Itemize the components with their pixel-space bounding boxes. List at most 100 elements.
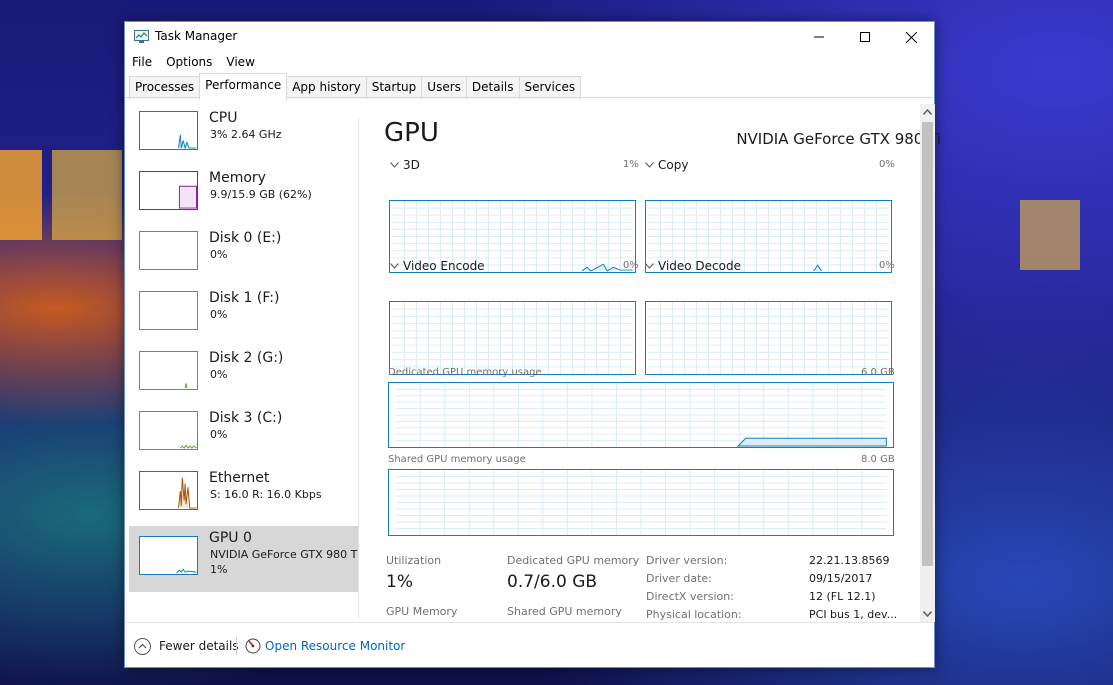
physical-location-value: PCI bus 1, dev... <box>809 608 898 621</box>
minimize-icon <box>814 36 824 38</box>
tab-users[interactable]: Users <box>421 76 467 99</box>
sidebar-item-disk2[interactable]: Disk 2 (G:) 0% <box>129 346 358 406</box>
maximize-button[interactable] <box>842 22 888 52</box>
sidebar-item-ethernet[interactable]: Ethernet S: 16.0 R: 16.0 Kbps <box>129 466 358 526</box>
shared-memory-graph <box>388 469 894 536</box>
tab-services[interactable]: Services <box>518 76 582 99</box>
title-bar: Task Manager <box>125 22 934 52</box>
sidebar-item-disk3[interactable]: Disk 3 (C:) 0% <box>129 406 358 466</box>
chevron-down-icon[interactable] <box>645 162 654 168</box>
tab-details[interactable]: Details <box>465 76 520 99</box>
disk-thumbnail-graph <box>139 351 198 390</box>
utilization-label: Utilization <box>386 554 442 567</box>
chevron-up-icon <box>138 643 147 649</box>
close-button[interactable] <box>888 22 934 52</box>
open-resource-monitor-link[interactable]: Open Resource Monitor <box>265 639 405 653</box>
dedicated-memory-label: Dedicated GPU memory usage <box>388 367 542 378</box>
sidebar-item-value: 0% <box>210 248 228 261</box>
engine-3d-label[interactable]: 3D <box>403 158 420 172</box>
tab-app-history[interactable]: App history <box>286 76 367 99</box>
tab-startup[interactable]: Startup <box>365 76 423 99</box>
sidebar-item-label: Disk 0 (E:) <box>209 230 282 246</box>
task-manager-icon <box>134 30 149 43</box>
chevron-down-icon[interactable] <box>645 263 654 269</box>
engine-video-decode-graph <box>645 301 892 375</box>
engine-video-encode-percent: 0% <box>623 260 639 271</box>
background-light-2 <box>52 150 122 240</box>
sidebar-item-disk1[interactable]: Disk 1 (F:) 0% <box>129 286 358 346</box>
directx-version-label: DirectX version: <box>646 590 734 603</box>
scrollbar-thumb[interactable] <box>922 122 933 566</box>
sidebar-item-value: 0% <box>210 428 228 441</box>
dedicated-stat-label: Dedicated GPU memory <box>507 554 640 567</box>
utilization-value: 1% <box>386 572 413 592</box>
chevron-up-icon[interactable] <box>923 109 932 115</box>
engine-3d-percent: 1% <box>623 159 639 170</box>
engine-copy-label[interactable]: Copy <box>658 158 688 172</box>
minimize-button[interactable] <box>796 22 842 52</box>
graph-grid <box>395 383 887 447</box>
graph-grid <box>395 470 887 535</box>
sidebar-item-label: Disk 1 (F:) <box>209 290 280 306</box>
engine-video-decode-percent: 0% <box>879 260 895 271</box>
maximize-icon <box>860 32 870 42</box>
engine-video-decode-label[interactable]: Video Decode <box>658 259 741 273</box>
sidebar-item-label: GPU 0 <box>209 530 252 546</box>
chevron-down-icon[interactable] <box>390 162 399 168</box>
engine-video-encode-graph <box>389 301 636 375</box>
menu-options[interactable]: Options <box>159 53 219 73</box>
footer-separator <box>236 637 237 655</box>
sidebar-item-percent: 1% <box>210 563 228 576</box>
physical-location-label: Physical location: <box>646 608 742 621</box>
sidebar-item-memory[interactable]: Memory 9.9/15.9 GB (62%) <box>129 166 358 226</box>
sidebar-item-value: S: 16.0 R: 16.0 Kbps <box>210 488 322 501</box>
sidebar-item-label: Memory <box>209 170 266 186</box>
chevron-down-icon[interactable] <box>923 611 932 617</box>
fewer-details-button[interactable] <box>134 638 151 655</box>
shared-memory-label: Shared GPU memory usage <box>388 454 526 465</box>
sidebar-item-value: 0% <box>210 308 228 321</box>
menu-view[interactable]: View <box>219 53 261 73</box>
disk-thumbnail-graph <box>139 291 198 330</box>
ethernet-thumbnail-graph <box>139 471 198 510</box>
driver-date-value: 09/15/2017 <box>809 572 873 585</box>
gpu-memory-label: GPU Memory <box>386 605 458 618</box>
sidebar-item-label: CPU <box>209 110 238 126</box>
sidebar-item-cpu[interactable]: CPU 3% 2.64 GHz <box>129 106 358 166</box>
panel-divider <box>358 118 359 618</box>
menu-bar: File Options View <box>125 53 262 73</box>
sidebar-item-value: 3% 2.64 GHz <box>210 128 282 141</box>
background-light-1 <box>0 150 42 240</box>
driver-version-label: Driver version: <box>646 554 728 567</box>
task-manager-window: Task Manager File Options View Processes… <box>124 21 941 669</box>
dedicated-memory-max: 6.0 GB <box>861 367 895 378</box>
gpu-detail-panel: GPU NVIDIA GeForce GTX 980 Ti 3D 1% Copy… <box>373 106 941 621</box>
sidebar-item-label: Disk 3 (C:) <box>209 410 283 426</box>
memory-thumbnail-graph <box>139 171 198 210</box>
background-light-3 <box>1020 200 1080 270</box>
disk-thumbnail-graph <box>139 231 198 270</box>
graph-grid <box>648 302 889 374</box>
disk-thumbnail-graph <box>139 411 198 450</box>
sidebar-item-value: 0% <box>210 368 228 381</box>
tab-bar: Processes Performance App history Startu… <box>129 73 582 100</box>
cpu-thumbnail-graph <box>139 111 198 150</box>
resource-monitor-icon <box>245 638 261 654</box>
shared-stat-label: Shared GPU memory <box>507 605 622 618</box>
close-icon <box>905 31 917 43</box>
sidebar-item-label: Disk 2 (G:) <box>209 350 284 366</box>
tab-performance[interactable]: Performance <box>199 73 288 100</box>
window-title: Task Manager <box>155 29 238 43</box>
fewer-details-link[interactable]: Fewer details <box>159 639 239 653</box>
menu-file[interactable]: File <box>125 53 159 73</box>
footer-bar: Fewer details Open Resource Monitor <box>125 622 934 669</box>
sidebar-item-gpu0[interactable]: GPU 0 NVIDIA GeForce GTX 980 Ti 1% <box>129 526 360 592</box>
engine-video-encode-label[interactable]: Video Encode <box>403 259 485 273</box>
shared-memory-max: 8.0 GB <box>861 454 895 465</box>
chevron-down-icon[interactable] <box>390 263 399 269</box>
graph-grid <box>392 302 633 374</box>
tab-processes[interactable]: Processes <box>129 76 201 99</box>
sidebar-item-disk0[interactable]: Disk 0 (E:) 0% <box>129 226 358 286</box>
gpu-model-name: NVIDIA GeForce GTX 980 Ti <box>736 130 941 148</box>
vertical-scrollbar[interactable] <box>920 104 935 622</box>
